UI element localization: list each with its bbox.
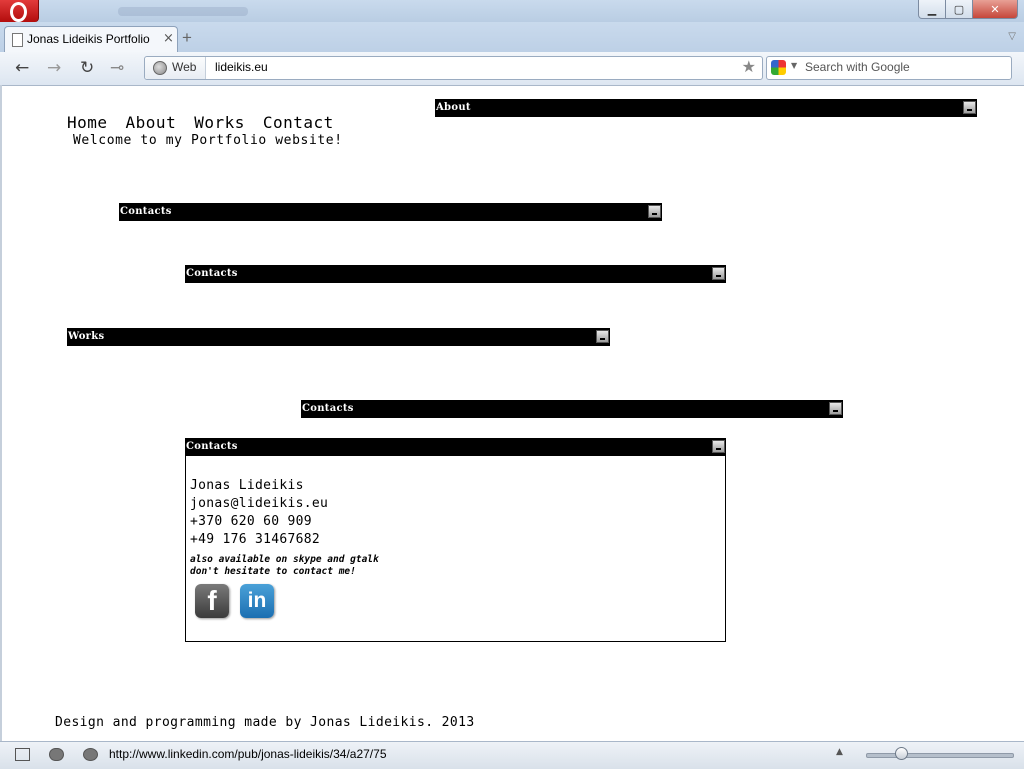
contact-phone-de: +49 176 31467682 bbox=[190, 532, 321, 547]
tab-portfolio[interactable]: Jonas Lideikis Portfolio × bbox=[4, 26, 178, 53]
google-icon[interactable] bbox=[771, 60, 786, 75]
bookmark-star-icon[interactable]: ★ bbox=[742, 57, 756, 76]
sidebar-edge bbox=[0, 85, 2, 741]
minimize-panel-icon[interactable] bbox=[963, 101, 976, 114]
minimize-panel-icon[interactable] bbox=[829, 402, 842, 415]
contact-name: Jonas Lideikis bbox=[190, 478, 304, 493]
facebook-icon[interactable]: f bbox=[195, 584, 229, 618]
panel-title: Contacts bbox=[120, 206, 172, 217]
nav-works[interactable]: Works bbox=[194, 113, 245, 132]
panel-contacts-titlebar[interactable]: Contacts bbox=[119, 203, 662, 221]
panel-contacts-titlebar[interactable]: Contacts bbox=[301, 400, 843, 418]
panel-title: Contacts bbox=[186, 441, 238, 452]
contact-email[interactable]: jonas@lideikis.eu bbox=[190, 496, 328, 511]
panel-contacts-titlebar[interactable]: Contacts bbox=[185, 265, 726, 283]
forward-arrow-icon[interactable]: → bbox=[47, 58, 61, 78]
reload-icon[interactable]: ↻ bbox=[80, 58, 94, 78]
panel-about-titlebar[interactable]: About bbox=[435, 99, 977, 117]
status-bar: http://www.linkedin.com/pub/jonas-lideik… bbox=[0, 741, 1024, 769]
url-text[interactable]: lideikis.eu bbox=[215, 60, 268, 74]
footer-credit: Design and programming made by Jonas Lid… bbox=[55, 715, 475, 730]
search-engine-dropdown-icon[interactable]: ▼ bbox=[791, 61, 797, 70]
minimize-button[interactable]: ▁ bbox=[918, 0, 946, 19]
speed-dial-icon[interactable] bbox=[83, 748, 98, 761]
new-tab-button[interactable]: + bbox=[182, 28, 192, 48]
window-controls: ▁ ▢ ✕ bbox=[918, 0, 1019, 19]
panel-title: About bbox=[436, 102, 471, 113]
minimize-panel-icon[interactable] bbox=[596, 330, 609, 343]
close-tab-icon[interactable]: × bbox=[163, 31, 174, 46]
contacts-panel-body: Jonas Lideikis jonas@lideikis.eu +370 62… bbox=[185, 456, 726, 642]
contact-phone-lt: +370 620 60 909 bbox=[190, 514, 312, 529]
panel-title: Contacts bbox=[186, 268, 238, 279]
cloud-icon[interactable] bbox=[49, 748, 64, 761]
zoom-slider-handle[interactable] bbox=[895, 747, 909, 760]
contact-note-skype: also available on skype and gtalk bbox=[190, 554, 379, 565]
panel-contacts-open-titlebar[interactable]: Contacts bbox=[185, 438, 726, 456]
window-title-placeholder bbox=[118, 7, 248, 16]
panel-title: Works bbox=[68, 331, 105, 342]
address-toolbar: ← → ↻ ⊸ Web lideikis.eu ★ ▼ Search with … bbox=[0, 52, 1024, 86]
nav-home[interactable]: Home bbox=[67, 113, 108, 132]
key-icon[interactable]: ⊸ bbox=[110, 58, 124, 78]
web-label: Web bbox=[172, 60, 197, 74]
opera-menu-button[interactable] bbox=[0, 0, 39, 22]
nav-about[interactable]: About bbox=[126, 113, 177, 132]
panel-works-titlebar[interactable]: Works bbox=[67, 328, 610, 346]
panel-toggle-icon[interactable] bbox=[15, 748, 30, 761]
site-navigation: Home About Works Contact bbox=[67, 113, 352, 132]
address-field[interactable]: Web lideikis.eu ★ bbox=[144, 56, 763, 80]
back-arrow-icon[interactable]: ← bbox=[15, 58, 29, 78]
linkedin-icon[interactable]: in bbox=[240, 584, 274, 618]
search-field[interactable]: ▼ Search with Google bbox=[766, 56, 1012, 80]
status-link-url: http://www.linkedin.com/pub/jonas-lideik… bbox=[109, 747, 387, 761]
window-titlebar: ▁ ▢ ✕ bbox=[0, 0, 1024, 22]
tab-title: Jonas Lideikis Portfolio bbox=[27, 32, 150, 46]
globe-icon bbox=[153, 61, 167, 75]
tab-menu-chevron-icon[interactable]: ▽ bbox=[1008, 31, 1016, 42]
close-window-button[interactable]: ✕ bbox=[972, 0, 1019, 19]
minimize-panel-icon[interactable] bbox=[648, 205, 661, 218]
panel-title: Contacts bbox=[302, 403, 354, 414]
maximize-button[interactable]: ▢ bbox=[945, 0, 973, 19]
minimize-panel-icon[interactable] bbox=[712, 440, 725, 453]
status-up-arrow-icon[interactable]: ▲ bbox=[836, 747, 843, 757]
minimize-panel-icon[interactable] bbox=[712, 267, 725, 280]
site-info-badge[interactable]: Web bbox=[145, 57, 206, 79]
welcome-text: Welcome to my Portfolio website! bbox=[73, 133, 343, 148]
zoom-slider[interactable] bbox=[866, 753, 1014, 758]
page-icon bbox=[12, 33, 23, 47]
nav-contact[interactable]: Contact bbox=[263, 113, 334, 132]
contact-note-contact: don't hesitate to contact me! bbox=[190, 566, 356, 577]
search-placeholder[interactable]: Search with Google bbox=[805, 60, 910, 74]
tab-bar: Jonas Lideikis Portfolio × + ▽ bbox=[0, 22, 1024, 53]
